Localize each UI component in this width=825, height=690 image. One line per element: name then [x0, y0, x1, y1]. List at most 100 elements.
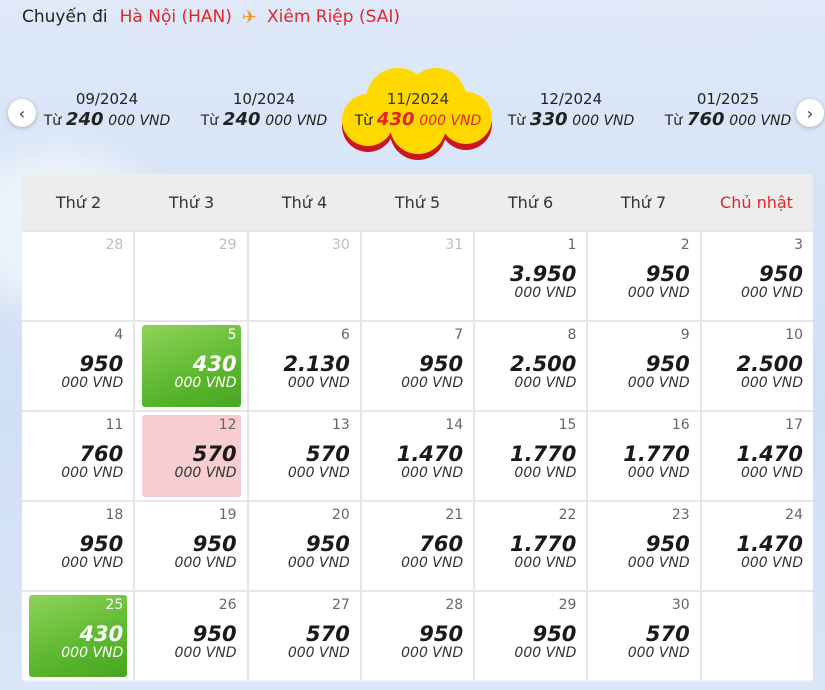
month-option-selected[interactable]: 11/2024 Từ 430 000 VND: [338, 90, 498, 130]
price-unit: 000 VND: [514, 465, 577, 481]
day-cell[interactable]: 1 3.950 000 VND: [475, 232, 587, 320]
day-cell[interactable]: 27 570 000 VND: [248, 592, 360, 680]
day-cell[interactable]: 10 2.500 000 VND: [701, 322, 813, 410]
price-unit: 000 VND: [514, 375, 577, 391]
price-unit: 000 VND: [287, 645, 350, 661]
price-unit: 000 VND: [287, 375, 350, 391]
day-cell[interactable]: 26 950 000 VND: [135, 592, 247, 680]
month-option[interactable]: 10/2024 Từ 240 000 VND: [184, 90, 344, 130]
day-content: 29 950 000 VND: [475, 597, 576, 661]
day-price: 760: [419, 532, 464, 556]
day-number: 24: [785, 507, 803, 523]
price-unit: 000 VND: [401, 375, 464, 391]
month-price: 240: [65, 109, 104, 130]
price-unit: 000 VND: [740, 375, 803, 391]
day-price: 1.770: [509, 442, 577, 466]
day-number: 13: [332, 417, 350, 433]
day-content: 19 950 000 VND: [135, 507, 237, 571]
day-cell[interactable]: 3 950 000 VND: [701, 232, 813, 320]
day-number: 16: [671, 417, 690, 433]
weekday-label: Thứ 2: [55, 192, 102, 212]
day-cell[interactable]: 25 430 000 VND: [22, 592, 134, 680]
day-content: 31: [362, 237, 463, 257]
day-cell[interactable]: 17 1.470 000 VND: [701, 412, 813, 500]
day-price: 570: [306, 622, 350, 646]
price-unit: 000 VND: [419, 113, 482, 129]
day-content: 16 1.770 000 VND: [588, 417, 689, 481]
price-unit: 000 VND: [740, 285, 803, 301]
day-price: 950: [645, 262, 690, 286]
day-price: 570: [192, 442, 237, 466]
day-cell[interactable]: 11 760 000 VND: [22, 412, 134, 500]
day-cell[interactable]: 12 570 000 VND: [135, 412, 247, 500]
price-unit: 000 VND: [61, 555, 124, 571]
day-cell[interactable]: 24 1.470 000 VND: [701, 502, 813, 590]
month-label: 11/2024: [386, 90, 450, 108]
day-cell: 31: [361, 232, 474, 320]
day-content: 13 570 000 VND: [249, 417, 350, 481]
day-content: 14 1.470 000 VND: [362, 417, 463, 481]
price-unit: 000 VND: [287, 465, 350, 481]
day-content: 9 950 000 VND: [588, 327, 690, 391]
month-label: 09/2024: [75, 90, 139, 108]
from-label: Từ: [664, 113, 683, 129]
day-number: 29: [218, 237, 237, 253]
day-cell[interactable]: 28 950 000 VND: [361, 592, 474, 680]
day-number: 5: [227, 327, 237, 343]
day-cell[interactable]: 2 950 000 VND: [588, 232, 700, 320]
day-number: 7: [454, 327, 464, 343]
day-content: 4 950 000 VND: [22, 327, 123, 391]
day-cell[interactable]: 30 570 000 VND: [588, 592, 700, 680]
month-option[interactable]: 01/2025 Từ 760 000 VND: [648, 90, 808, 130]
day-cell[interactable]: 13 570 000 VND: [248, 412, 360, 500]
day-cell[interactable]: 7 950 000 VND: [361, 322, 474, 410]
from-label: Từ: [354, 113, 373, 129]
month-price: 760: [686, 109, 725, 130]
day-content: 18 950 000 VND: [22, 507, 123, 571]
month-label: 01/2025: [696, 90, 760, 108]
day-cell: 28: [22, 232, 134, 320]
day-price: 1.470: [396, 442, 464, 466]
day-cell[interactable]: 4 950 000 VND: [22, 322, 134, 410]
day-cell[interactable]: 15 1.770 000 VND: [475, 412, 587, 500]
day-number: 30: [332, 237, 350, 253]
day-content: 5 430 000 VND: [135, 327, 237, 391]
day-cell[interactable]: 20 950 000 VND: [248, 502, 360, 590]
day-content: 11 760 000 VND: [22, 417, 123, 481]
trip-label: Chuyến đi: [22, 7, 108, 27]
day-number: 1: [567, 237, 577, 253]
price-unit: 000 VND: [174, 555, 237, 571]
day-number: 11: [105, 417, 124, 433]
day-price: 430: [192, 352, 237, 376]
day-price: 570: [306, 442, 350, 466]
day-number: 27: [332, 597, 350, 613]
price-unit: 000 VND: [265, 113, 328, 129]
day-content: 23 950 000 VND: [588, 507, 690, 571]
day-cell[interactable]: 5 430 000 VND: [135, 322, 247, 410]
plane-icon: ✈: [241, 6, 257, 28]
day-cell[interactable]: 8 2.500 000 VND: [475, 322, 587, 410]
day-cell[interactable]: 22 1.770 000 VND: [475, 502, 587, 590]
month-option[interactable]: 09/2024 Từ 240 000 VND: [27, 90, 187, 130]
day-cell[interactable]: 29 950 000 VND: [475, 592, 587, 680]
month-option[interactable]: 12/2024 Từ 330 000 VND: [491, 90, 651, 130]
day-number: 9: [680, 327, 690, 343]
price-unit: 000 VND: [627, 645, 690, 661]
day-cell[interactable]: 9 950 000 VND: [588, 322, 700, 410]
day-grid: 28 29 30 31 1 3.950 000 VND 2 950 000 VND 3 950 000 …: [22, 230, 813, 680]
day-cell[interactable]: 18 950 000 VND: [22, 502, 134, 590]
day-cell[interactable]: 6 2.130 000 VND: [248, 322, 360, 410]
day-cell[interactable]: 23 950 000 VND: [588, 502, 700, 590]
day-content: [702, 597, 803, 617]
price-unit: 000 VND: [627, 285, 690, 301]
day-cell[interactable]: 21 760 000 VND: [361, 502, 474, 590]
day-content: 29: [135, 237, 237, 257]
day-number: 22: [558, 507, 577, 523]
day-cell[interactable]: 16 1.770 000 VND: [588, 412, 700, 500]
price-unit: 000 VND: [61, 645, 124, 661]
day-cell[interactable]: 19 950 000 VND: [135, 502, 247, 590]
day-number: 25: [105, 597, 124, 613]
day-cell[interactable]: 14 1.470 000 VND: [361, 412, 474, 500]
day-price: 570: [645, 622, 690, 646]
day-price: 950: [192, 532, 237, 556]
